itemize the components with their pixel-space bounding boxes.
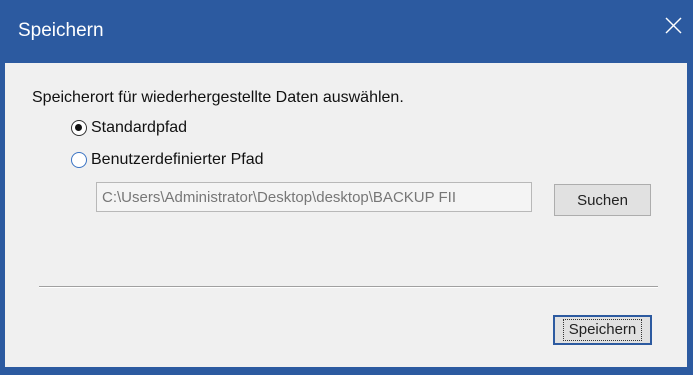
radio-label-custom-path: Benutzerdefinierter Pfad (91, 151, 264, 168)
save-button-label: Speichern (562, 319, 643, 341)
radio-option-default-path[interactable]: Standardpfad (71, 119, 187, 137)
dialog-content: Speicherort für wiederhergestellte Daten… (5, 63, 687, 367)
dialog-title: Speichern (18, 20, 104, 41)
save-button[interactable]: Speichern (553, 315, 652, 345)
radio-unchecked-icon[interactable] (71, 152, 87, 168)
close-icon[interactable] (657, 8, 687, 40)
radio-checked-icon[interactable] (71, 120, 87, 136)
radio-label-default-path: Standardpfad (91, 119, 188, 136)
title-bar: Speichern (0, 0, 693, 63)
save-location-prompt: Speicherort für wiederhergestellte Daten… (32, 89, 404, 106)
radio-option-custom-path[interactable]: Benutzerdefinierter Pfad (71, 151, 264, 169)
search-button[interactable]: Suchen (554, 184, 651, 216)
path-input[interactable] (96, 182, 532, 212)
save-dialog: Speichern Speicherort für wiederhergeste… (0, 0, 693, 375)
divider (39, 286, 658, 288)
